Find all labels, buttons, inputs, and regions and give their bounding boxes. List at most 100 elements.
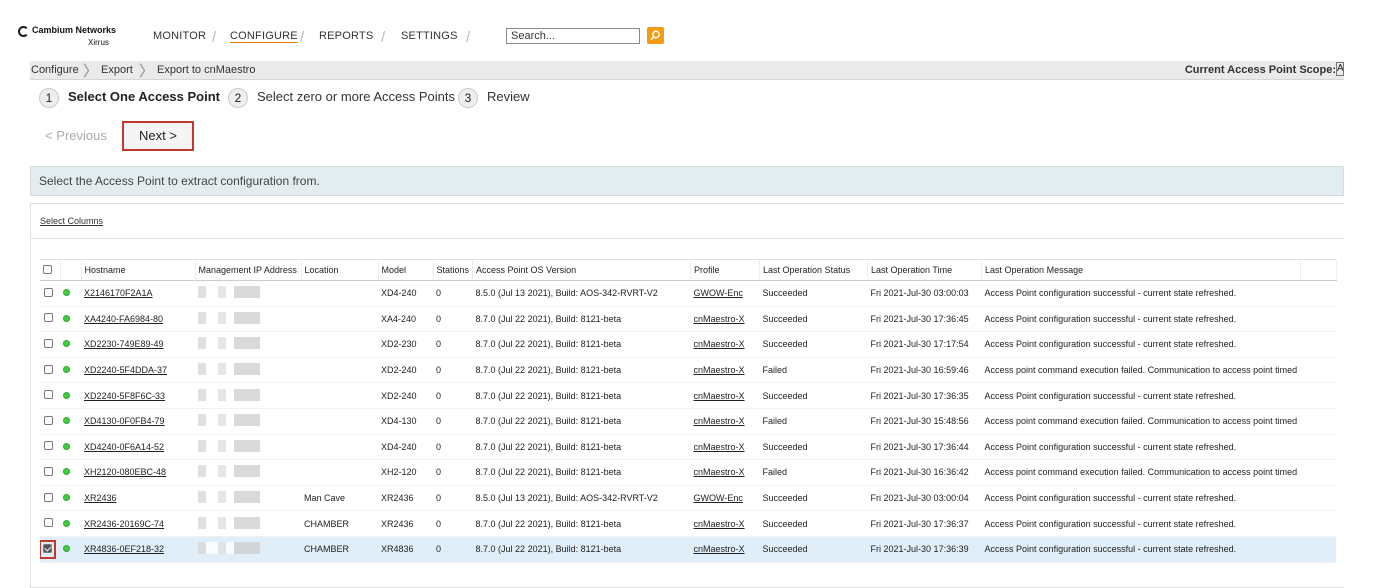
hostname-cell[interactable]: XD4130-0F0FB4-79	[81, 408, 195, 435]
row-checkbox-cell[interactable]	[40, 459, 60, 486]
hostname-cell[interactable]: XD2240-5F4DDA-37	[81, 357, 195, 384]
column-header-ip[interactable]: Management IP Address	[195, 259, 302, 281]
next-button[interactable]: Next >	[122, 121, 194, 151]
profile-cell[interactable]: cnMaestro-X	[690, 408, 760, 435]
column-header-last-message[interactable]: Last Operation Message	[981, 259, 1301, 281]
table-row[interactable]: XD4130-0F0FB4-79 XD4-130 0 8.7.0 (Jul 22 20…	[40, 408, 1337, 435]
row-checkbox-wrapper[interactable]	[43, 389, 54, 402]
nav-configure[interactable]: CONFIGURE	[230, 30, 298, 42]
table-row[interactable]: XR2436 Man Cave XR2436 0 8.5.0 (Jul 13 2021)…	[40, 485, 1337, 512]
row-checkbox-cell[interactable]	[40, 485, 60, 512]
row-checkbox-cell[interactable]	[40, 357, 60, 384]
profile-link[interactable]: GWOW-Enc	[694, 288, 743, 298]
profile-cell[interactable]: cnMaestro-X	[690, 306, 760, 333]
nav-settings[interactable]: SETTINGS	[401, 30, 458, 42]
table-row[interactable]: XD2240-5F4DDA-37 XD2-240 0 8.7.0 (Jul 22 20…	[40, 357, 1337, 384]
table-row[interactable]: XD2230-749E89-49 XD2-230 0 8.7.0 (Jul 22 20…	[40, 331, 1337, 358]
profile-cell[interactable]: cnMaestro-X	[690, 434, 760, 461]
row-checkbox-wrapper[interactable]	[43, 287, 54, 300]
hostname-cell[interactable]: XD2230-749E89-49	[81, 331, 195, 358]
profile-link[interactable]: cnMaestro-X	[694, 391, 745, 401]
row-checkbox-wrapper[interactable]	[43, 338, 54, 351]
hostname-link[interactable]: XR2436	[84, 493, 117, 503]
hostname-cell[interactable]: XR2436-20169C-74	[81, 510, 195, 537]
hostname-cell[interactable]: XD2240-5F8F6C-33	[81, 382, 195, 409]
hostname-link[interactable]: XH2120-080EBC-48	[84, 467, 166, 477]
row-checkbox-wrapper[interactable]	[43, 492, 54, 505]
row-checkbox[interactable]	[43, 543, 52, 553]
hostname-link[interactable]: XD2240-5F8F6C-33	[84, 391, 165, 401]
nav-monitor[interactable]: MONITOR	[153, 30, 206, 42]
row-checkbox-cell[interactable]	[40, 434, 60, 461]
breadcrumb-export[interactable]: Export	[101, 64, 133, 76]
scope-select[interactable]: All	[1336, 62, 1344, 76]
row-checkbox-cell[interactable]	[40, 280, 60, 307]
profile-link[interactable]: cnMaestro-X	[694, 519, 745, 529]
row-checkbox-cell[interactable]	[40, 306, 60, 333]
row-checkbox[interactable]	[44, 313, 53, 323]
column-header-stations[interactable]: Stations	[433, 259, 474, 281]
profile-link[interactable]: cnMaestro-X	[694, 339, 745, 349]
hostname-link[interactable]: X2146170F2A1A	[84, 288, 153, 298]
column-header-os-version[interactable]: Access Point OS Version	[472, 259, 692, 281]
row-checkbox[interactable]	[44, 492, 53, 502]
hostname-cell[interactable]: XD4240-0F6A14-52	[81, 434, 195, 461]
nav-reports[interactable]: REPORTS	[319, 30, 373, 42]
profile-link[interactable]: cnMaestro-X	[694, 365, 745, 375]
column-header-profile[interactable]: Profile	[690, 259, 761, 281]
table-row[interactable]: XH2120-080EBC-48 XH2-120 0 8.7.0 (Jul 22 20…	[40, 459, 1337, 486]
hostname-cell[interactable]: XR2436	[81, 485, 195, 512]
hostname-link[interactable]: XD4240-0F6A14-52	[84, 442, 164, 452]
profile-link[interactable]: cnMaestro-X	[694, 442, 745, 452]
row-checkbox-wrapper[interactable]	[43, 466, 54, 479]
column-header-hostname[interactable]: Hostname	[81, 259, 196, 281]
row-checkbox[interactable]	[44, 466, 53, 476]
profile-cell[interactable]: cnMaestro-X	[690, 459, 760, 486]
profile-cell[interactable]: cnMaestro-X	[690, 510, 760, 537]
select-all-cell[interactable]	[40, 259, 61, 281]
column-header-location[interactable]: Location	[301, 259, 379, 281]
hostname-cell[interactable]: XR4836-0EF218-32	[81, 536, 195, 563]
hostname-cell[interactable]: X2146170F2A1A	[81, 280, 195, 307]
hostname-cell[interactable]: XH2120-080EBC-48	[81, 459, 195, 486]
row-checkbox-wrapper[interactable]	[43, 440, 54, 453]
row-checkbox-wrapper[interactable]	[43, 517, 54, 530]
profile-cell[interactable]: cnMaestro-X	[690, 536, 760, 563]
row-checkbox[interactable]	[44, 441, 53, 451]
profile-cell[interactable]: cnMaestro-X	[690, 382, 760, 409]
row-checkbox-wrapper[interactable]	[43, 415, 54, 428]
row-checkbox-wrapper[interactable]	[43, 364, 54, 377]
column-header-last-status[interactable]: Last Operation Status	[759, 259, 869, 281]
table-row[interactable]: XD4240-0F6A14-52 XD4-240 0 8.7.0 (Jul 22 20…	[40, 434, 1337, 461]
profile-cell[interactable]: GWOW-Enc	[690, 280, 760, 307]
row-checkbox[interactable]	[44, 415, 53, 425]
row-checkbox-cell[interactable]	[40, 510, 60, 537]
row-checkbox-cell[interactable]	[40, 536, 60, 563]
search-button[interactable]	[647, 27, 664, 44]
select-all-checkbox[interactable]	[43, 264, 52, 274]
row-checkbox[interactable]	[44, 364, 53, 374]
table-row[interactable]: XA4240-FA6984-80 XA4-240 0 8.7.0 (Jul 22 20…	[40, 306, 1337, 333]
row-checkbox[interactable]	[44, 390, 53, 400]
row-checkbox-wrapper[interactable]	[40, 539, 56, 559]
hostname-link[interactable]: XR2436-20169C-74	[84, 519, 164, 529]
hostname-link[interactable]: XD2230-749E89-49	[84, 339, 164, 349]
row-checkbox-cell[interactable]	[40, 382, 60, 409]
profile-link[interactable]: cnMaestro-X	[694, 416, 745, 426]
table-row[interactable]: XD2240-5F8F6C-33 XD2-240 0 8.7.0 (Jul 22 20…	[40, 382, 1337, 409]
profile-link[interactable]: GWOW-Enc	[694, 493, 743, 503]
row-checkbox-cell[interactable]	[40, 331, 60, 358]
row-checkbox[interactable]	[44, 287, 53, 297]
profile-link[interactable]: cnMaestro-X	[694, 314, 745, 324]
table-row[interactable]: X2146170F2A1A XD4-240 0 8.5.0 (Jul 13 2021)…	[40, 280, 1337, 307]
row-checkbox[interactable]	[44, 518, 53, 528]
select-columns-link[interactable]: Select Columns	[40, 216, 103, 226]
hostname-cell[interactable]: XA4240-FA6984-80	[81, 306, 195, 333]
profile-link[interactable]: cnMaestro-X	[694, 467, 745, 477]
hostname-link[interactable]: XD2240-5F4DDA-37	[84, 365, 167, 375]
hostname-link[interactable]: XA4240-FA6984-80	[84, 314, 163, 324]
hostname-link[interactable]: XD4130-0F0FB4-79	[84, 416, 165, 426]
row-checkbox-wrapper[interactable]	[43, 312, 54, 325]
row-checkbox[interactable]	[44, 338, 53, 348]
table-row[interactable]: XR2436-20169C-74 CHAMBER XR2436 0 8.7.0 (Jul…	[40, 510, 1337, 537]
